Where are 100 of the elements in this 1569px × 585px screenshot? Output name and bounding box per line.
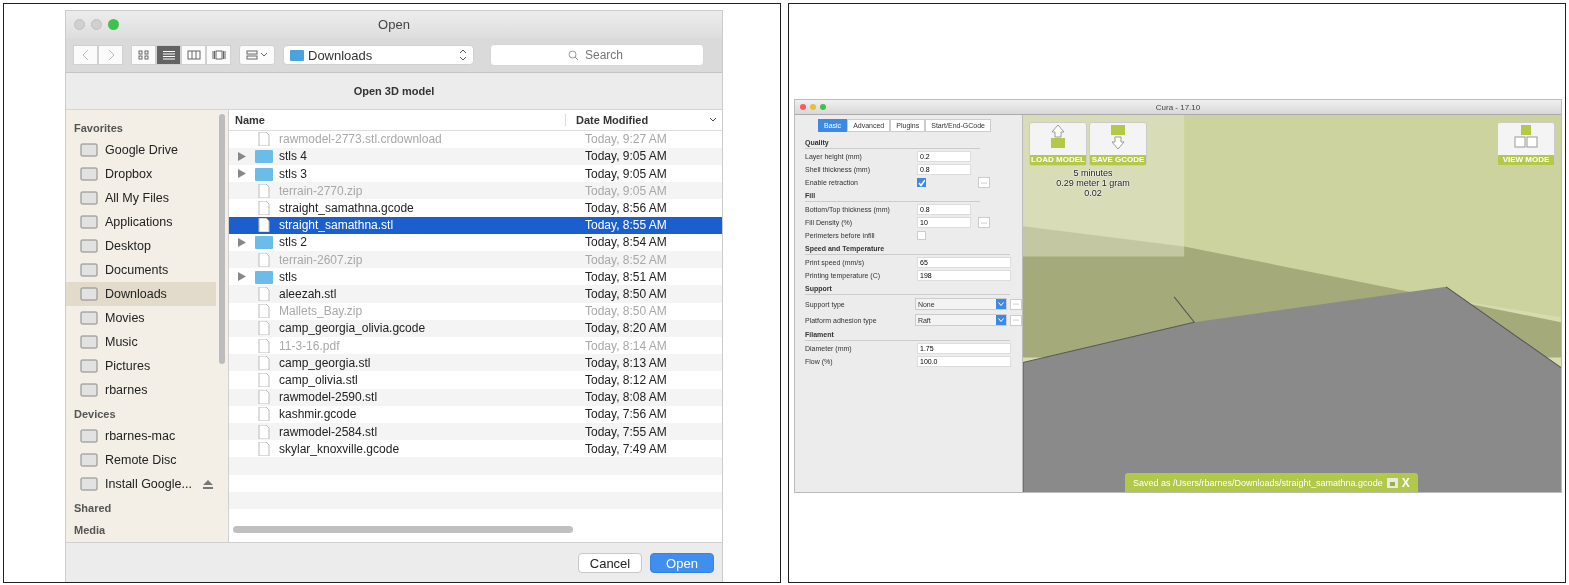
file-date: Today, 9:05 AM bbox=[584, 183, 667, 198]
sidebar-item[interactable]: rbarnes bbox=[66, 378, 216, 402]
view-mode-button[interactable] bbox=[181, 45, 206, 65]
file-name: Mallets_Bay.zip bbox=[279, 304, 364, 319]
file-name: rawmodel-2590.stl bbox=[279, 390, 379, 405]
columns-icon bbox=[186, 50, 201, 60]
file-date: Today, 8:12 AM bbox=[584, 373, 667, 387]
document-icon bbox=[255, 218, 273, 233]
file-row[interactable]: straight_samathna.gcode Today, 8:56 AM bbox=[229, 199, 722, 217]
print-estimate: 0.29 meter 1 gram bbox=[1056, 178, 1130, 188]
file-date: Today, 8:50 AM bbox=[584, 287, 667, 301]
chevron-left-icon bbox=[81, 49, 90, 61]
file-row[interactable]: camp_georgia.stl Today, 8:13 AM bbox=[229, 354, 722, 372]
file-name: camp_georgia.stl bbox=[279, 355, 372, 370]
forward-button[interactable] bbox=[98, 45, 123, 65]
file-row[interactable]: stls 3 Today, 9:05 AM bbox=[229, 164, 722, 183]
view-mode-button[interactable] bbox=[156, 45, 181, 65]
file-name: stls 4 bbox=[279, 149, 308, 164]
document-icon bbox=[255, 183, 273, 198]
sidebar-heading: Shared bbox=[73, 501, 113, 516]
column-header[interactable]: Name bbox=[229, 113, 566, 126]
file-row[interactable]: aleezah.stl Today, 8:50 AM bbox=[229, 285, 722, 303]
sidebar-item[interactable]: Pictures bbox=[66, 354, 216, 378]
sidebar-item[interactable]: Remote Disc bbox=[66, 448, 216, 472]
sidebar-item[interactable]: Music bbox=[66, 330, 216, 354]
sidebar-item[interactable]: Dropbox bbox=[66, 162, 216, 186]
file-date: Today, 7:56 AM bbox=[584, 407, 667, 422]
file-date: Today, 8:14 AM bbox=[584, 338, 667, 353]
sidebar-item[interactable]: Applications bbox=[66, 210, 216, 234]
file-row[interactable]: stls 4 Today, 9:05 AM bbox=[229, 147, 722, 165]
checkbox[interactable] bbox=[917, 231, 926, 240]
arrange-button[interactable] bbox=[239, 45, 275, 65]
document-icon bbox=[255, 287, 273, 301]
list-icon bbox=[161, 50, 176, 60]
more-options-button[interactable] bbox=[978, 177, 990, 188]
more-options-button[interactable] bbox=[1010, 298, 1022, 310]
notification-text: Saved as /Users/rbarnes/Downloads/straight_samathna.gcode bbox=[1133, 477, 1383, 488]
file-row[interactable]: skylar_knoxville.gcode Today, 7:49 AM bbox=[229, 440, 722, 458]
sidebar-item[interactable]: Google Drive bbox=[66, 138, 216, 162]
minimize-button[interactable] bbox=[91, 19, 102, 30]
document-icon bbox=[255, 252, 273, 267]
file-name: terrain-2770.zip bbox=[279, 183, 364, 198]
scrollbar[interactable] bbox=[233, 526, 573, 534]
up-down-arrows-icon bbox=[459, 49, 467, 61]
window-title: Cura - 17.10 bbox=[1155, 102, 1201, 112]
file-date: Today, 8:08 AM bbox=[584, 390, 667, 405]
file-name: rawmodel-2773.stl.crdownload bbox=[279, 132, 443, 147]
file-date: Today, 8:20 AM bbox=[584, 321, 667, 336]
file-row[interactable]: stls Today, 8:51 AM bbox=[229, 268, 722, 286]
file-row[interactable]: rawmodel-2590.stl Today, 8:08 AM bbox=[229, 388, 722, 406]
eject-icon bbox=[202, 479, 213, 489]
location-dropdown[interactable]: Downloads bbox=[283, 45, 474, 65]
sidebar-item[interactable]: rbarnes-mac bbox=[66, 424, 216, 448]
close-button[interactable] bbox=[800, 104, 806, 110]
dialog-message: Open 3D model bbox=[353, 85, 435, 97]
document-icon bbox=[255, 390, 273, 405]
more-options-button[interactable] bbox=[1010, 314, 1022, 326]
file-date: Today, 8:50 AM bbox=[584, 304, 667, 319]
file-row[interactable]: stls 2 Today, 8:54 AM bbox=[229, 233, 722, 251]
sidebar-item[interactable]: Documents bbox=[66, 258, 216, 282]
chevron-right-icon bbox=[106, 49, 115, 61]
file-name: skylar_knoxville.gcode bbox=[279, 441, 401, 456]
file-name: stls 3 bbox=[279, 166, 308, 181]
more-options-button[interactable] bbox=[978, 217, 990, 228]
dialog-button[interactable]: Cancel bbox=[578, 553, 642, 573]
file-row[interactable]: camp_olivia.stl Today, 8:12 AM bbox=[229, 371, 722, 389]
file-row[interactable]: rawmodel-2584.stl Today, 7:55 AM bbox=[229, 423, 722, 441]
file-name: camp_georgia_olivia.gcode bbox=[279, 321, 427, 336]
view-mode-button[interactable] bbox=[131, 45, 156, 65]
view-mode-button[interactable] bbox=[206, 45, 231, 65]
file-date: Today, 7:55 AM bbox=[584, 424, 667, 439]
checkbox[interactable] bbox=[917, 178, 926, 187]
file-date: Today, 7:49 AM bbox=[584, 441, 667, 456]
column-header[interactable]: Date Modified bbox=[566, 113, 709, 126]
sidebar-item[interactable]: Desktop bbox=[66, 234, 216, 258]
file-date: Today, 8:13 AM bbox=[584, 355, 667, 370]
zoom-button[interactable] bbox=[820, 104, 826, 110]
minimize-button[interactable] bbox=[810, 104, 816, 110]
file-name: camp_olivia.stl bbox=[279, 373, 359, 387]
sidebar-item[interactable]: Movies bbox=[66, 306, 216, 330]
file-date: Today, 8:55 AM bbox=[584, 218, 667, 233]
sidebar-heading: Favorites bbox=[73, 121, 124, 136]
close-button[interactable] bbox=[74, 19, 85, 30]
file-name: 11-3-16.pdf bbox=[279, 338, 341, 353]
file-date: Today, 8:52 AM bbox=[584, 252, 667, 267]
search-field[interactable]: Search bbox=[490, 44, 704, 66]
sidebar-item[interactable]: Downloads bbox=[66, 282, 216, 306]
zoom-button[interactable] bbox=[108, 19, 119, 30]
search-icon bbox=[568, 50, 579, 61]
file-row[interactable]: camp_georgia_olivia.gcode Today, 8:20 AM bbox=[229, 319, 722, 337]
sidebar-item[interactable]: Install Google... bbox=[66, 472, 216, 496]
back-button[interactable] bbox=[73, 45, 98, 65]
file-row[interactable]: straight_samathna.stl Today, 8:55 AM bbox=[229, 216, 722, 234]
cubes-icon bbox=[1514, 125, 1538, 149]
sidebar-item[interactable]: All My Files bbox=[66, 186, 216, 210]
file-date: Today, 9:05 AM bbox=[584, 149, 667, 164]
file-name: aleezah.stl bbox=[279, 287, 338, 301]
chevron-icon bbox=[709, 116, 717, 123]
file-row[interactable]: kashmir.gcode Today, 7:56 AM bbox=[229, 405, 722, 423]
scrollbar[interactable] bbox=[219, 114, 225, 364]
